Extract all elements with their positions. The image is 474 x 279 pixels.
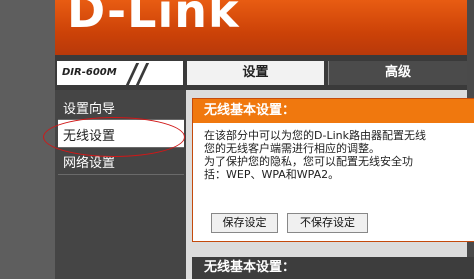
- save-settings-button[interactable]: 保存设定: [211, 213, 278, 233]
- highlight-annotation: [43, 117, 185, 157]
- panel-description: 在该部分中可以为您的D-Link路由器配置无线 您的无线客户端需进行相应的调整。…: [204, 129, 474, 181]
- tab-setup[interactable]: 设置: [187, 61, 324, 85]
- panel-title: 无线基本设置：: [193, 99, 474, 123]
- sidebar-divider: [58, 174, 184, 175]
- sidebar-item-setup-wizard[interactable]: 设置向导: [63, 98, 115, 117]
- section-title: 无线基本设置：: [192, 257, 474, 279]
- header-banner: D-Link: [55, 0, 467, 55]
- description-line: 您的无线客户端需进行相应的调整。: [204, 142, 380, 155]
- model-badge: DIR-600M: [57, 61, 183, 85]
- description-line: 在该部分中可以为您的D-Link路由器配置无线: [204, 129, 426, 142]
- dlink-logo: D-Link: [67, 0, 240, 38]
- top-navigation: DIR-600M 设置 高级: [55, 55, 467, 90]
- description-line: 为了保护您的隐私，您可以配置无线安全功: [204, 155, 413, 168]
- model-label: DIR-600M: [62, 67, 117, 78]
- dont-save-settings-button[interactable]: 不保存设定: [287, 213, 368, 233]
- tab-advanced[interactable]: 高级: [328, 61, 467, 85]
- main-content: 无线基本设置： 在该部分中可以为您的D-Link路由器配置无线 您的无线客户端需…: [186, 90, 474, 279]
- slash-decoration: [135, 63, 150, 85]
- description-line: 括：WEP、WPA和WPA2。: [204, 168, 340, 181]
- wireless-basic-panel: 无线基本设置： 在该部分中可以为您的D-Link路由器配置无线 您的无线客户端需…: [192, 98, 474, 242]
